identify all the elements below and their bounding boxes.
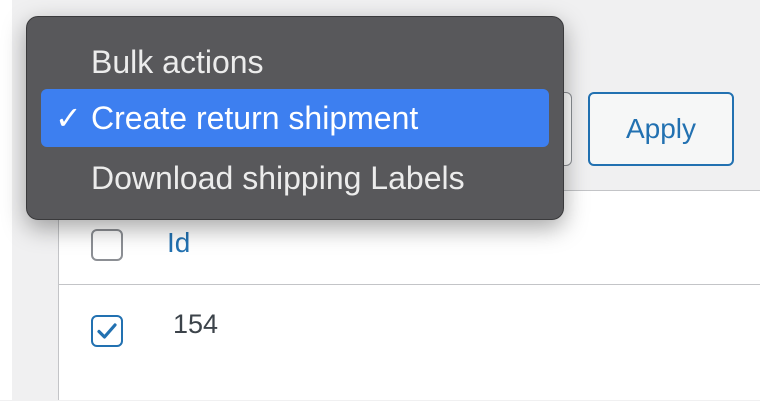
table-row: 154 [59,285,760,401]
row-checkbox[interactable] [91,315,123,347]
checkmark-icon [97,323,117,339]
apply-button[interactable]: Apply [588,92,734,166]
menu-item-download-shipping-labels[interactable]: Download shipping Labels [41,149,549,207]
menu-item-bulk-actions[interactable]: Bulk actions [41,33,549,91]
shipments-table: Id 154 [58,190,760,400]
bulk-actions-dropdown: Bulk actions ✓ Create return shipment Do… [26,16,564,220]
row-id-cell: 154 [173,309,219,339]
menu-item-label: Download shipping Labels [91,160,465,196]
column-header-id[interactable]: Id [167,227,190,259]
select-all-checkbox[interactable] [91,229,123,261]
page-margin [0,0,12,400]
menu-item-label: Bulk actions [91,44,264,80]
menu-item-create-return-shipment[interactable]: ✓ Create return shipment [41,89,549,147]
menu-item-label: Create return shipment [91,100,419,136]
check-icon: ✓ [55,100,82,136]
